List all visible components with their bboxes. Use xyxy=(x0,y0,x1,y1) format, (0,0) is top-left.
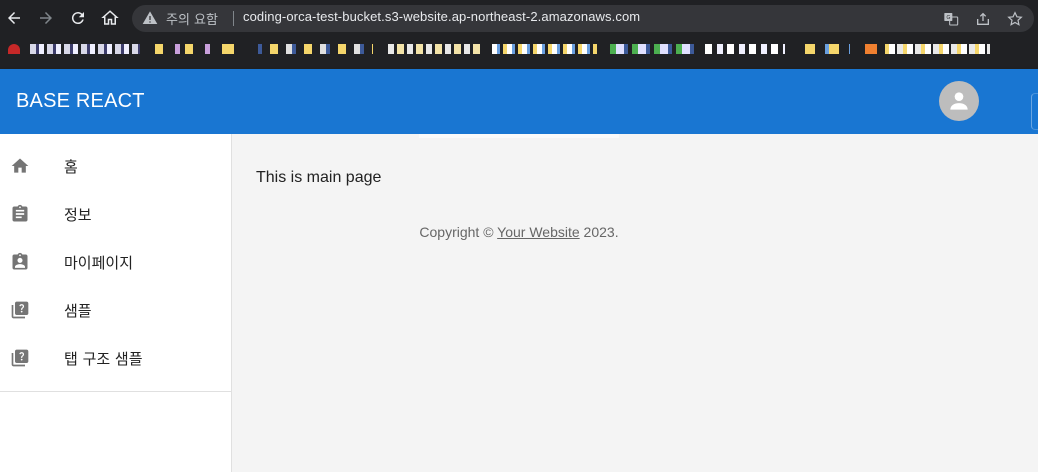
bookmark-item[interactable] xyxy=(258,44,373,54)
omnibox-separator xyxy=(233,11,234,26)
svg-text:G: G xyxy=(946,15,950,21)
sidebar-item-mypage[interactable]: 마이페이지 xyxy=(0,238,231,286)
forward-icon[interactable] xyxy=(36,8,56,28)
translate-icon[interactable]: G xyxy=(942,10,960,28)
bookmark-favicon[interactable] xyxy=(8,44,20,54)
sidebar-item-tab-sample[interactable]: 탭 구조 샘플 xyxy=(0,334,231,382)
sidebar-item-label: 정보 xyxy=(64,205,92,224)
security-label[interactable]: 주의 요함 xyxy=(166,9,218,28)
main-text: This is main page xyxy=(256,169,382,186)
app-bar: BASE REACT xyxy=(0,69,1038,134)
bookmark-item[interactable] xyxy=(805,44,850,54)
bookmark-item[interactable] xyxy=(492,44,597,54)
back-icon[interactable] xyxy=(4,8,24,28)
bookmark-item[interactable] xyxy=(865,44,877,54)
help-library-icon xyxy=(10,348,30,368)
top-indicator xyxy=(419,134,619,138)
address-bar[interactable]: 주의 요함 coding-orca-test-bucket.s3-website… xyxy=(132,5,1034,32)
copyright-link[interactable]: Your Website xyxy=(497,224,580,240)
avatar[interactable] xyxy=(939,81,979,121)
sidebar-item-home[interactable]: 홈 xyxy=(0,142,231,190)
bookmark-star-icon[interactable] xyxy=(1006,10,1024,28)
sidebar-item-sample[interactable]: 샘플 xyxy=(0,286,231,334)
copyright: Copyright © Your Website 2023. xyxy=(0,224,1038,240)
reload-icon[interactable] xyxy=(68,8,88,28)
main-content: This is main page xyxy=(232,134,1038,472)
bookmarks-bar xyxy=(0,36,1038,69)
url-text[interactable]: coding-orca-test-bucket.s3-website.ap-no… xyxy=(243,9,640,24)
sidebar-item-label: 탭 구조 샘플 xyxy=(64,349,143,368)
nav-drawer: 홈 정보 마이페이지 샘플 탭 구조 샘플 xyxy=(0,134,232,472)
bookmark-item[interactable] xyxy=(30,44,140,54)
appbar-edge-button[interactable] xyxy=(1031,93,1038,130)
sidebar-item-label: 마이페이지 xyxy=(64,253,134,272)
bookmark-item[interactable] xyxy=(885,44,990,54)
browser-toolbar: 주의 요함 coding-orca-test-bucket.s3-website… xyxy=(0,0,1038,36)
assignment-ind-icon xyxy=(10,252,30,272)
drawer-divider xyxy=(0,391,231,392)
bookmark-item[interactable] xyxy=(155,44,210,54)
copyright-suffix: 2023. xyxy=(579,224,619,240)
app-title: BASE REACT xyxy=(16,90,145,112)
person-icon xyxy=(950,92,968,110)
bookmark-item[interactable] xyxy=(222,44,234,54)
bookmark-item[interactable] xyxy=(388,44,483,54)
sidebar-item-label: 홈 xyxy=(64,157,78,176)
home-icon[interactable] xyxy=(100,8,120,28)
sidebar-item-label: 샘플 xyxy=(64,301,92,320)
bookmark-item[interactable] xyxy=(610,44,695,54)
home-icon xyxy=(10,156,30,176)
copyright-prefix: Copyright © xyxy=(419,224,498,240)
clipboard-icon xyxy=(10,204,30,224)
help-library-icon xyxy=(10,300,30,320)
bookmark-item[interactable] xyxy=(705,44,785,54)
share-icon[interactable] xyxy=(974,10,992,28)
warning-icon[interactable] xyxy=(142,10,158,30)
